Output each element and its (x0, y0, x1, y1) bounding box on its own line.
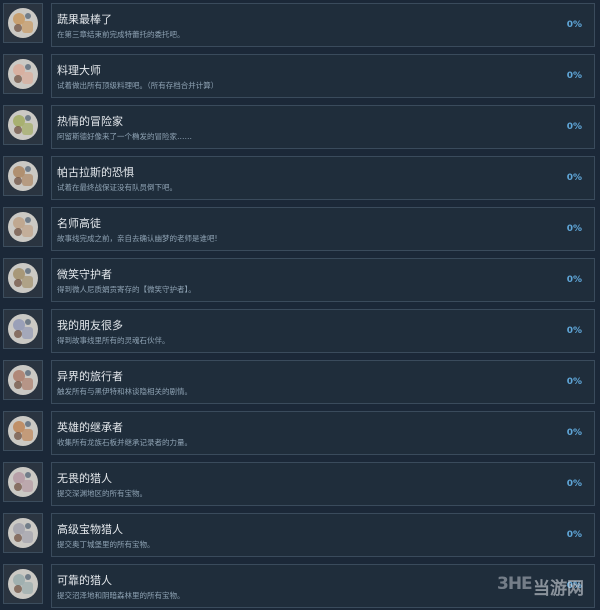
achievement-list: 蔬果最棒了 在第三章结束前完成特蕾托的委托吧。 0% 料理大师 试着做出所有顶级料理吧。… (0, 0, 600, 608)
knight-portrait-icon (3, 156, 43, 196)
achievement-description: 得到故事线里所有的灵魂石伙伴。 (57, 336, 170, 345)
achievement-title: 可靠的猎人 (57, 574, 112, 587)
achievement-title: 无畏的猎人 (57, 472, 112, 485)
achievement-percent: 0% (566, 173, 582, 183)
achievement-percent: 0% (566, 275, 582, 285)
achievement-percent: 0% (566, 326, 582, 336)
achievement-panel: 名师高徒故事线完成之前，亲自去确认幽梦的老师是谁吧! 0% (51, 207, 595, 251)
achievement-title: 料理大师 (57, 64, 101, 77)
achievement-title: 热情的冒险家 (57, 115, 123, 128)
achievement-description: 得到微人尼质娟贡寄存的【微笑守护者】。 (57, 285, 196, 294)
achievement-title: 英雄的继承者 (57, 421, 123, 434)
achievement-row[interactable]: 名师高徒故事线完成之前，亲自去确认幽梦的老师是谁吧! 0% (0, 207, 600, 253)
achievement-panel: 异界的旅行者触发所有与黑伊特和林谈隐相关的剧情。 0% (51, 360, 595, 404)
achievement-description: 提交奥丁城堡里的所有宝物。 (57, 540, 155, 549)
achievement-percent: 0% (566, 428, 582, 438)
achievement-panel: 英雄的继承者收集所有龙族石板并继承记录者的力量。 0% (51, 411, 595, 455)
achievement-panel: 料理大师试着做出所有顶级料理吧。（所有存档合并计算） 0% (51, 54, 595, 98)
vegetable-basket-icon (3, 3, 43, 43)
achievement-description: 阿留斯德好像来了一个椭发的冒险家…… (57, 132, 192, 141)
achievement-panel: 蔬果最棒了在第三章结束前完成特蕾托的委托吧。 0% (51, 3, 595, 47)
watermark-logo: 3HE (497, 574, 533, 594)
achievement-row[interactable]: 热情的冒险家阿留斯德好像来了一个椭发的冒险家…… 0% (0, 105, 600, 151)
achievement-percent: 0% (566, 224, 582, 234)
achievement-percent: 0% (566, 377, 582, 387)
achievement-title: 我的朋友很多 (57, 319, 123, 332)
achievement-panel: 我的朋友很多得到故事线里所有的灵魂石伙伴。 0% (51, 309, 595, 353)
achievement-description: 在第三章结束前完成特蕾托的委托吧。 (57, 30, 185, 39)
achievement-row[interactable]: 无畏的猎人提交深渊地区的所有宝物。 0% (0, 462, 600, 508)
achievement-title: 微笑守护者 (57, 268, 112, 281)
site-watermark: 3HE 当游网 (497, 571, 597, 601)
achievement-title: 名师高徒 (57, 217, 101, 230)
achievement-description: 故事线完成之前，亲自去确认幽梦的老师是谁吧! (57, 234, 218, 243)
achievement-panel: 热情的冒险家阿留斯德好像来了一个椭发的冒险家…… 0% (51, 105, 595, 149)
teacher-student-icon (3, 207, 43, 247)
smile-guardian-icon (3, 258, 43, 298)
achievement-row[interactable]: 帕古拉斯的恐惧试着在最终战保证没有队员倒下吧。 0% (0, 156, 600, 202)
hero-heir-icon (3, 411, 43, 451)
achievement-percent: 0% (566, 20, 582, 30)
achievement-percent: 0% (566, 479, 582, 489)
achievement-title: 帕古拉斯的恐惧 (57, 166, 134, 179)
hunter-emblem-icon (3, 462, 43, 502)
achievement-description: 提交深渊地区的所有宝物。 (57, 489, 147, 498)
friends-group-icon (3, 309, 43, 349)
achievement-panel: 帕古拉斯的恐惧试着在最终战保证没有队员倒下吧。 0% (51, 156, 595, 200)
otherworld-traveler-icon (3, 360, 43, 400)
achievement-percent: 0% (566, 71, 582, 81)
achievement-row[interactable]: 英雄的继承者收集所有龙族石板并继承记录者的力量。 0% (0, 411, 600, 457)
achievement-percent: 0% (566, 122, 582, 132)
adventurer-map-icon (3, 105, 43, 145)
achievement-description: 触发所有与黑伊特和林谈隐相关的剧情。 (57, 387, 192, 396)
achievement-row[interactable]: 高级宝物猎人提交奥丁城堡里的所有宝物。 0% (0, 513, 600, 559)
reliable-hunter-icon (3, 564, 43, 604)
achievement-row[interactable]: 料理大师试着做出所有顶级料理吧。（所有存档合并计算） 0% (0, 54, 600, 100)
cooking-dish-icon (3, 54, 43, 94)
achievement-row[interactable]: 蔬果最棒了在第三章结束前完成特蕾托的委托吧。 0% (0, 3, 600, 49)
achievement-panel: 微笑守护者得到微人尼质娟贡寄存的【微笑守护者】。 0% (51, 258, 595, 302)
watermark-text: 当游网 (533, 579, 584, 599)
achievement-row[interactable]: 异界的旅行者触发所有与黑伊特和林谈隐相关的剧情。 0% (0, 360, 600, 406)
achievement-title: 异界的旅行者 (57, 370, 123, 383)
achievement-description: 提交沼泽地和阴暗森林里的所有宝物。 (57, 591, 185, 600)
treasure-emblem-icon (3, 513, 43, 553)
achievement-panel: 无畏的猎人提交深渊地区的所有宝物。 0% (51, 462, 595, 506)
achievement-row[interactable]: 我的朋友很多得到故事线里所有的灵魂石伙伴。 0% (0, 309, 600, 355)
achievement-title: 蔬果最棒了 (57, 13, 112, 26)
achievement-description: 试着做出所有顶级料理吧。（所有存档合并计算） (57, 81, 219, 90)
achievement-description: 收集所有龙族石板并继承记录者的力量。 (57, 438, 192, 447)
achievement-percent: 0% (566, 530, 582, 540)
achievement-title: 高级宝物猎人 (57, 523, 123, 536)
achievement-description: 试着在最终战保证没有队员倒下吧。 (57, 183, 177, 192)
achievement-panel: 高级宝物猎人提交奥丁城堡里的所有宝物。 0% (51, 513, 595, 557)
achievement-row[interactable]: 微笑守护者得到微人尼质娟贡寄存的【微笑守护者】。 0% (0, 258, 600, 304)
